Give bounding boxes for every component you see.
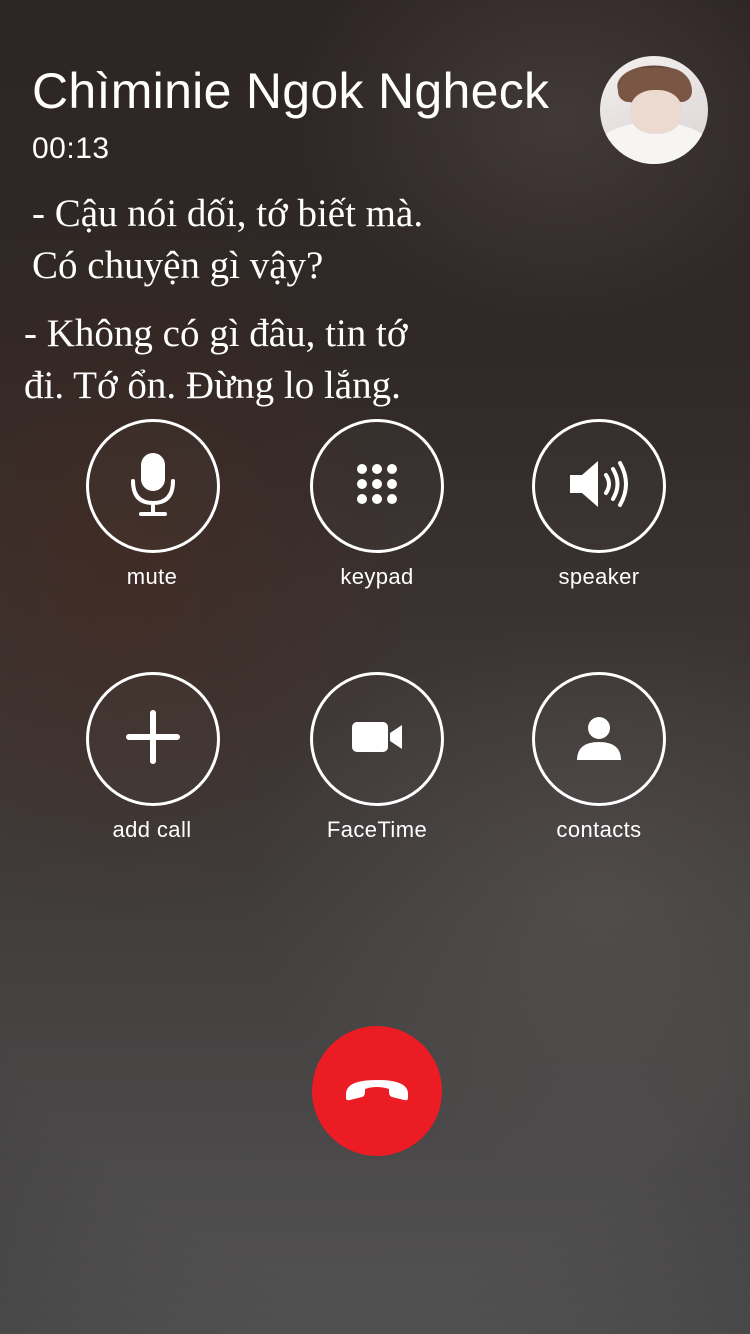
speaker-button[interactable] [532, 419, 666, 553]
overlay-quote-1-line-1: - Cậu nói dối, tớ biết mà. [32, 192, 424, 235]
microphone-icon [123, 449, 183, 524]
speaker-label: speaker [558, 564, 640, 589]
contacts-button[interactable] [532, 672, 666, 806]
add-call-button[interactable] [86, 672, 220, 806]
person-icon [574, 712, 624, 767]
overlay-quote-2-line-1: - Không có gì đâu, tin tớ [24, 312, 408, 355]
facetime-label: FaceTime [326, 817, 428, 842]
mute-label: mute [126, 564, 178, 589]
add-call-label: add call [112, 817, 192, 842]
overlay-quote-1-line-2: Có chuyện gì vậy? [32, 244, 324, 287]
video-camera-icon [350, 720, 404, 759]
overlay-quote-2-line-2: đi. Tớ ổn. Đừng lo lắng. [24, 364, 401, 407]
keypad-label: keypad [340, 564, 414, 589]
hang-up-phone-icon [342, 1074, 412, 1109]
facetime-button[interactable] [310, 672, 444, 806]
keypad-icon [355, 462, 399, 511]
caller-avatar [600, 56, 708, 164]
caller-name: Chìminie Ngok Ngheck [32, 63, 550, 119]
mute-button[interactable] [86, 419, 220, 553]
overlay-quote-2: - Không có gì đâu, tin tớ đi. Tớ ổn. Đừn… [24, 308, 408, 412]
keypad-button[interactable] [310, 419, 444, 553]
plus-icon [125, 709, 181, 770]
speaker-icon [566, 457, 632, 516]
contacts-label: contacts [556, 817, 642, 842]
overlay-quote-1: - Cậu nói dối, tớ biết mà. Có chuyện gì … [32, 188, 423, 292]
call-duration: 00:13 [32, 132, 110, 165]
end-call-button[interactable] [312, 1026, 442, 1156]
